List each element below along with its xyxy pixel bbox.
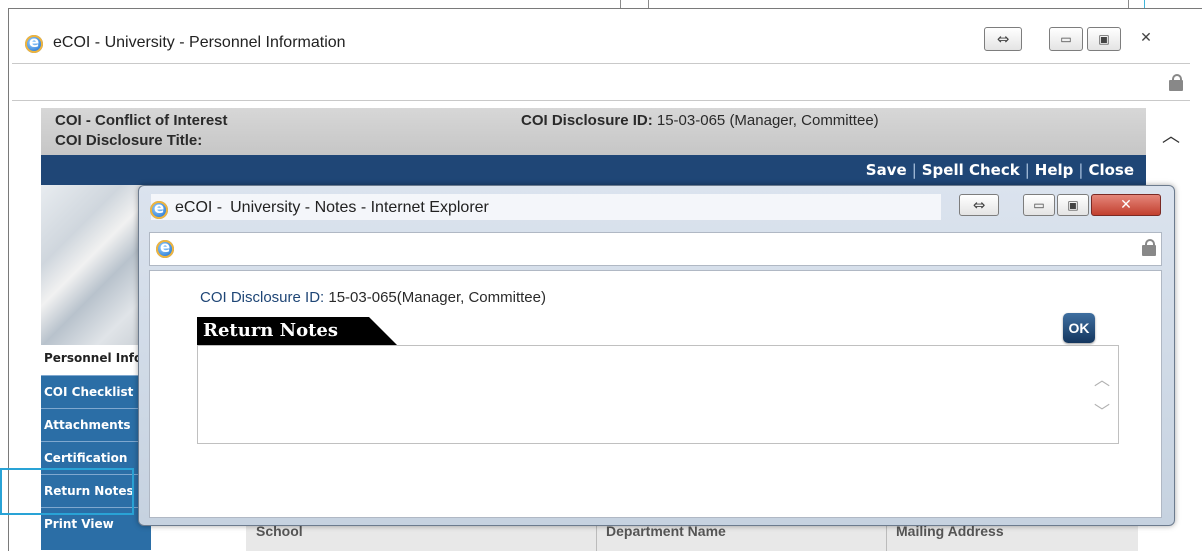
personnel-window-titlebar[interactable]: eCOI - University - Personnel Informatio… (9, 9, 1202, 63)
separator: | (1024, 161, 1030, 179)
close-window-button[interactable]: ✕ (1127, 27, 1165, 51)
return-notes-heading-text: Return Notes (203, 320, 339, 341)
notes-title-suffix: University - Notes - Internet Explorer (230, 199, 489, 216)
scroll-up-icon[interactable]: ︿ (1094, 366, 1110, 390)
return-notes-textarea[interactable]: ︿ ﹀ (197, 345, 1119, 444)
resize-arrows-icon[interactable]: ⇔ (984, 27, 1022, 51)
notes-id-value: 15-03-065 (328, 289, 397, 306)
spell-check-link[interactable]: Spell Check (922, 161, 1020, 179)
notes-title-prefix: eCOI - (175, 199, 223, 216)
sidebar-item-personnel-info[interactable]: Personnel Info (41, 345, 151, 373)
notes-id-roles: (Manager, Committee) (396, 289, 546, 306)
notes-id-label: COI Disclosure ID: (200, 289, 325, 306)
resize-arrows-icon[interactable]: ⇔ (959, 194, 999, 216)
ie-logo-icon (150, 199, 168, 219)
ok-button[interactable]: OK (1063, 313, 1095, 343)
sidebar-item-coi-checklist[interactable]: COI Checklist (41, 375, 151, 408)
notes-content: COI Disclosure ID: 15-03-065(Manager, Co… (149, 270, 1162, 518)
scroll-down-icon[interactable]: ﹀ (1094, 398, 1110, 422)
lock-icon (1169, 74, 1183, 92)
minimize-button[interactable]: ▭ (1049, 27, 1083, 51)
personnel-window-title: eCOI - University - Personnel Informatio… (53, 34, 346, 51)
coi-id-roles: (Manager, Committee) (729, 112, 879, 129)
ie-logo-icon (25, 33, 43, 53)
coi-id-value: 15-03-065 (656, 112, 726, 129)
help-link[interactable]: Help (1035, 161, 1074, 179)
notes-close-button[interactable]: ✕ (1091, 194, 1161, 216)
sidebar-item-attachments[interactable]: Attachments (41, 408, 151, 441)
return-notes-heading: Return Notes (197, 317, 397, 345)
ie-logo-icon (156, 238, 174, 258)
desktop-background (0, 0, 1202, 8)
coi-id-label: COI Disclosure ID: (521, 112, 653, 129)
separator: | (911, 161, 917, 179)
coi-disclosure-title-label: COI Disclosure Title: (55, 132, 203, 149)
minimize-button[interactable]: ▭ (1023, 194, 1055, 216)
maximize-button[interactable]: ▣ (1057, 194, 1089, 216)
notes-window-title: eCOI - University - Notes - Internet Expl… (175, 199, 489, 217)
notes-address-bar[interactable] (149, 232, 1162, 266)
notes-disclosure-id: COI Disclosure ID: 15-03-065(Manager, Co… (200, 289, 546, 306)
coi-header: COI - Conflict of Interest COI Disclosur… (41, 108, 1146, 155)
notes-window: eCOI - University - Notes - Internet Expl… (138, 185, 1175, 526)
separator: | (1078, 161, 1084, 179)
action-bar: Save | Spell Check | Help | Close (41, 155, 1146, 185)
personnel-address-bar[interactable] (12, 63, 1190, 101)
lock-icon (1142, 239, 1156, 257)
close-link[interactable]: Close (1088, 161, 1134, 179)
save-link[interactable]: Save (866, 161, 907, 179)
return-notes-highlight (0, 468, 134, 515)
coi-disclosure-id: COI Disclosure ID: 15-03-065 (Manager, C… (521, 112, 879, 129)
header-photo (41, 185, 151, 345)
maximize-button[interactable]: ▣ (1087, 27, 1121, 51)
coi-header-title: COI - Conflict of Interest (55, 112, 228, 129)
scroll-up-icon[interactable]: ︿ (1162, 122, 1180, 148)
